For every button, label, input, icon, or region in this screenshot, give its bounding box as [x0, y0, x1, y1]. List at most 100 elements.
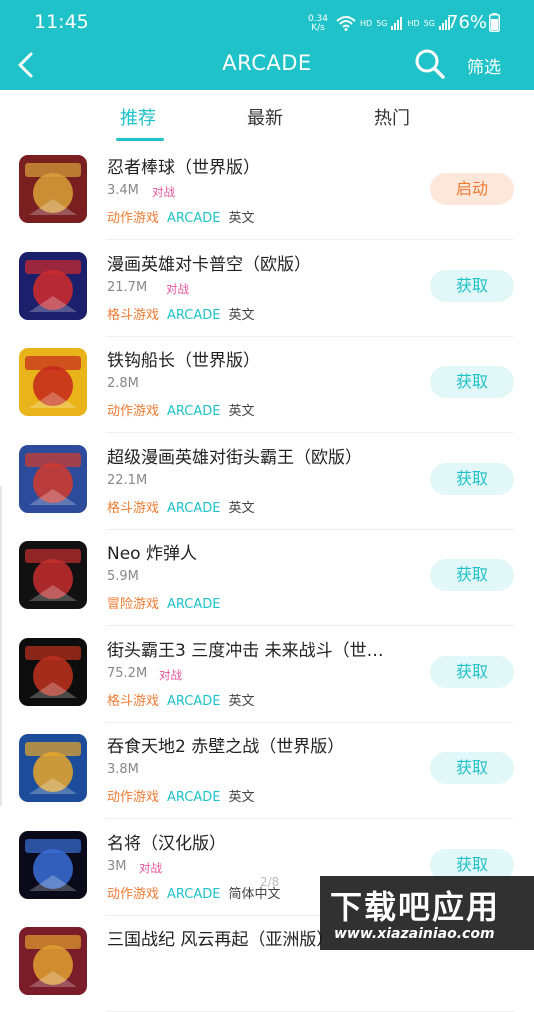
get-button[interactable]: 获取 — [430, 655, 514, 688]
game-meta: 动作游戏 ARCADE 英文 — [107, 786, 255, 805]
game-art-icon — [19, 155, 87, 223]
game-meta: 动作游戏 ARCADE 英文 — [107, 207, 255, 226]
genre-tag: 格斗游戏 — [107, 307, 160, 323]
genre-tag: 动作游戏 — [107, 886, 160, 902]
game-row[interactable]: 铁钩船长（世界版） 2.8M 动作游戏 ARCADE 英文 获取 — [0, 337, 534, 433]
genre-tag: 动作游戏 — [107, 790, 160, 805]
tab-recommended[interactable]: 推荐 — [120, 104, 156, 130]
game-art-icon — [19, 927, 87, 995]
game-row[interactable]: 忍者棒球（世界版） 3.4M 对战动作游戏 ARCADE 英文 启动 — [0, 144, 534, 240]
game-thumbnail[interactable] — [19, 927, 87, 995]
status-bar: 11:45 0.34 K/s HD 5G HD 5G 76% — [0, 0, 534, 44]
game-art-icon — [19, 541, 87, 609]
game-name[interactable]: Neo 炸弹人 — [107, 539, 197, 564]
language-tag: 英文 — [228, 693, 255, 709]
wifi-icon — [336, 16, 356, 31]
page-title: ARCADE — [222, 51, 312, 75]
hd-badge-2: HD — [407, 18, 420, 28]
genre-tag: 格斗游戏 — [107, 500, 160, 516]
battery-icon — [489, 13, 500, 32]
game-art-icon — [19, 444, 87, 513]
game-name[interactable]: 三国战纪 风云再起（亚洲版） — [107, 925, 333, 950]
game-size: 3M — [107, 858, 127, 874]
genre-tag: 格斗游戏 — [107, 693, 160, 709]
game-name[interactable]: 忍者棒球（世界版） — [107, 153, 260, 178]
game-name[interactable]: 漫画英雄对卡普空（欧版） — [107, 250, 311, 275]
game-row[interactable]: 超级漫画英雄对街头霸王（欧版） 22.1M 格斗游戏 ARCADE 英文 获取 — [0, 434, 534, 530]
game-art-icon — [19, 637, 87, 706]
game-thumbnail[interactable] — [19, 541, 87, 609]
game-name[interactable]: 吞食天地2 赤壁之战（世界版） — [107, 732, 344, 757]
game-meta: 格斗游戏 ARCADE 英文 — [107, 304, 255, 323]
get-button[interactable]: 获取 — [430, 269, 514, 302]
game-row[interactable]: 漫画英雄对卡普空（欧版） 21.7M 对战 格斗游戏 ARCADE 英文 获取 — [0, 241, 534, 337]
game-row[interactable]: Neo 炸弹人 5.9M 冒险游戏 ARCADE 获取 — [0, 530, 534, 626]
get-button[interactable]: 获取 — [430, 559, 514, 591]
game-art-icon — [19, 734, 87, 802]
game-size: 21.7M — [107, 279, 148, 295]
game-size: 2.8M — [107, 376, 139, 391]
status-time: 11:45 — [34, 11, 89, 33]
watermark: 下载吧应用 www.xiazainiao.com — [320, 876, 534, 950]
game-size: 75.2M — [107, 665, 148, 681]
search-icon[interactable] — [414, 48, 446, 80]
genre-tag: 冒险游戏 — [107, 597, 160, 612]
game-thumbnail[interactable] — [19, 444, 87, 513]
game-name[interactable]: 名将（汉化版） — [107, 829, 226, 854]
active-tab-indicator — [116, 138, 164, 141]
get-button[interactable]: 获取 — [430, 462, 514, 495]
title-bar: ARCADE 筛选 — [0, 44, 534, 90]
platform-tag: ARCADE — [167, 886, 221, 902]
pvp-tag: 对战 — [152, 185, 175, 199]
top-bar: 11:45 0.34 K/s HD 5G HD 5G 76% ARCADE 筛选 — [0, 0, 534, 90]
page-indicator: 2/8 — [260, 875, 280, 889]
get-button[interactable]: 获取 — [430, 752, 514, 784]
platform-tag: ARCADE — [167, 307, 221, 323]
filter-button[interactable]: 筛选 — [467, 53, 501, 78]
game-thumbnail[interactable] — [19, 251, 87, 320]
language-tag: 英文 — [228, 790, 255, 805]
game-name[interactable]: 街头霸王3 三度冲击 未来战斗（世… — [107, 636, 384, 661]
signal-5g-label: 5G — [376, 18, 388, 28]
language-tag: 英文 — [228, 211, 255, 226]
language-tag: 英文 — [228, 500, 255, 516]
game-thumbnail[interactable] — [19, 155, 87, 223]
game-row[interactable]: 街头霸王3 三度冲击 未来战斗（世… 75.2M 对战 格斗游戏 ARCADE 英文 获取 — [0, 627, 534, 723]
get-button[interactable]: 获取 — [430, 366, 514, 398]
language-tag: 英文 — [228, 404, 255, 419]
game-thumbnail[interactable] — [19, 830, 87, 899]
game-meta: 格斗游戏 ARCADE 英文 — [107, 690, 255, 709]
battery-percent: 76% — [447, 12, 488, 33]
launch-button[interactable]: 启动 — [430, 173, 514, 205]
language-tag: 英文 — [228, 307, 255, 323]
pvp-tag: 对战 — [139, 860, 162, 875]
network-speed-unit: K/s — [311, 23, 325, 33]
network-speed: 0.34 K/s — [306, 15, 330, 33]
game-thumbnail[interactable] — [19, 637, 87, 706]
game-size: 3.8M — [107, 762, 139, 777]
signal-5g-label-2: 5G — [423, 18, 435, 28]
game-name[interactable]: 铁钩船长（世界版） — [107, 346, 260, 371]
game-thumbnail[interactable] — [19, 348, 87, 416]
game-size: 3.4M — [107, 183, 139, 198]
status-icons: HD 5G HD 5G — [336, 13, 451, 33]
signal-icon — [391, 17, 403, 30]
platform-tag: ARCADE — [167, 597, 221, 612]
platform-tag: ARCADE — [167, 500, 221, 516]
platform-tag: ARCADE — [167, 693, 221, 709]
game-meta: 格斗游戏 ARCADE 英文 — [107, 497, 255, 516]
game-meta: 冒险游戏 ARCADE — [107, 593, 229, 612]
genre-tag: 动作游戏 — [107, 211, 160, 226]
watermark-url: www.xiazainiao.com — [334, 926, 495, 942]
game-meta — [107, 979, 123, 994]
game-thumbnail[interactable] — [19, 734, 87, 802]
game-name[interactable]: 超级漫画英雄对街头霸王（欧版） — [107, 443, 362, 468]
game-meta: 动作游戏 ARCADE 英文 — [107, 400, 255, 419]
game-size: 5.9M — [107, 569, 139, 584]
game-meta: 动作游戏 ARCADE 简体中文 — [107, 883, 281, 902]
tab-latest[interactable]: 最新 — [247, 104, 283, 130]
tab-popular[interactable]: 热门 — [374, 104, 410, 130]
game-row[interactable]: 吞食天地2 赤壁之战（世界版） 3.8M 动作游戏 ARCADE 英文 获取 — [0, 723, 534, 819]
game-size: 22.1M — [107, 472, 148, 488]
game-art-icon — [19, 830, 87, 899]
